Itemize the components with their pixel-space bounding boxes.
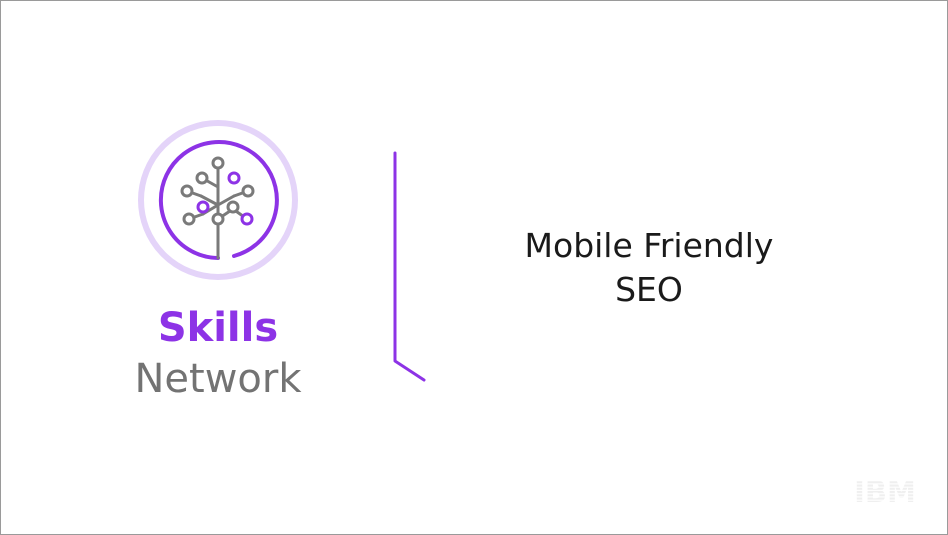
slide-title-line2: SEO — [615, 270, 683, 309]
ibm-logo: IBM — [854, 478, 916, 504]
brand-name-skills: Skills — [157, 305, 279, 351]
skills-network-tree-icon — [138, 120, 298, 280]
ibm-logo-text: IBM — [854, 478, 916, 504]
slide-title-line1: Mobile Friendly — [524, 226, 774, 265]
divider-line — [393, 151, 426, 382]
brand-name-network: Network — [134, 356, 302, 402]
title-slide: Skills Network Mobile Friendly SEO IBM — [0, 0, 948, 535]
slide-title: Mobile Friendly SEO — [471, 224, 827, 312]
